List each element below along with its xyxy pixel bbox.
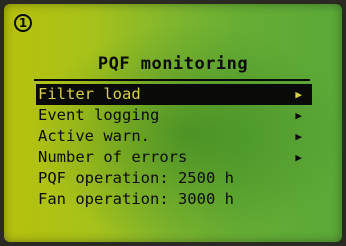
submenu-arrow-icon: ▶ (295, 109, 302, 122)
menu-item-filter-load[interactable]: Filter load ▶ (36, 84, 312, 105)
submenu-arrow-icon: ▶ (295, 130, 302, 143)
menu-item-event-logging[interactable]: Event logging ▶ (36, 105, 312, 126)
callout-number-1: 1 (14, 14, 32, 32)
menu-item-label: Active warn. (38, 127, 150, 145)
menu-item-label: Event logging (38, 106, 160, 124)
title-divider (34, 79, 310, 81)
pqf-operation-hours: PQF operation: 2500 h (38, 169, 234, 187)
submenu-arrow-icon: ▶ (295, 88, 302, 101)
menu-item-label: Number of errors (38, 148, 188, 166)
fan-operation-hours: Fan operation: 3000 h (38, 190, 234, 208)
display-bezel: 1 PQF monitoring Filter load ▶ Event log… (0, 0, 346, 246)
lcd-screen: 1 PQF monitoring Filter load ▶ Event log… (4, 4, 342, 242)
submenu-arrow-icon: ▶ (295, 151, 302, 164)
menu-item-label: Filter load (38, 85, 141, 103)
menu-item-number-of-errors[interactable]: Number of errors ▶ (36, 147, 312, 168)
screen-title: PQF monitoring (97, 54, 249, 74)
menu-item-active-warnings[interactable]: Active warn. ▶ (36, 126, 312, 147)
monitoring-menu: Filter load ▶ Event logging ▶ Active war… (36, 84, 312, 210)
